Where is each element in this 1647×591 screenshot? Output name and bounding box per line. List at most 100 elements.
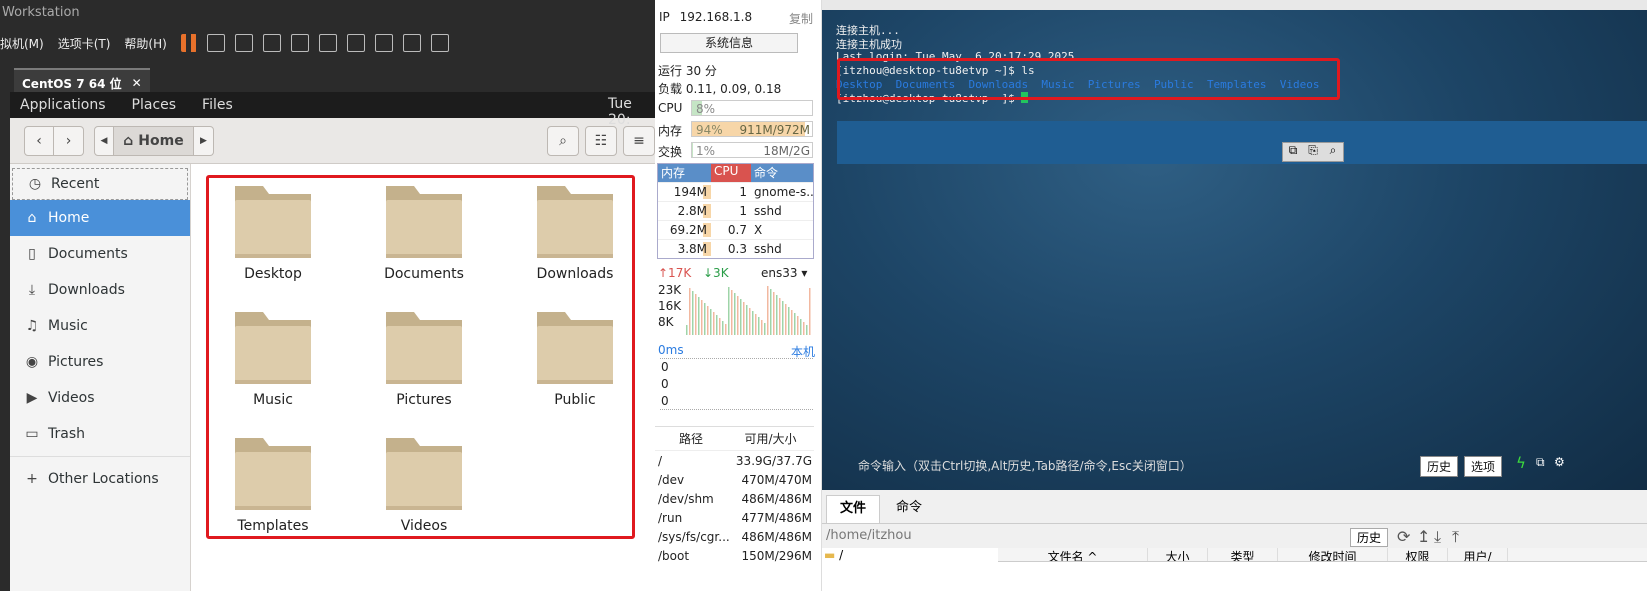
revert-snapshot-icon[interactable] [262,34,281,52]
library-view-icon[interactable] [318,34,337,52]
folder-documents[interactable]: Documents [374,182,474,282]
disk-row[interactable]: /boot 150M/296M [655,546,814,565]
sysinfo-button[interactable]: 系统信息 [660,33,798,53]
tab-files[interactable]: 文件 [826,495,880,523]
col-cmd[interactable]: 命令 [751,164,813,182]
path-left-button[interactable]: ◀ [94,125,114,156]
path-right-button[interactable]: ▶ [194,125,214,156]
clock[interactable]: Tue 20: [608,96,632,128]
col-mem[interactable]: 内存 [658,164,711,182]
forward-button[interactable]: › [54,125,84,156]
menu-button[interactable]: ≡ [623,125,655,156]
process-row[interactable]: 3.8M 0.3 sshd [658,239,813,258]
fullscreen-icon[interactable] [374,34,393,52]
tree-root[interactable]: ▬ / [824,548,843,562]
disk-row[interactable]: /sys/fs/cgr... 486M/486M [655,527,814,546]
file-column-header[interactable]: 文件名 ^ [998,548,1148,561]
disk-row[interactable]: / 33.9G/37.7G [655,451,814,470]
lightning-icon[interactable]: ϟ [1516,454,1526,472]
col-cpu[interactable]: CPU [711,164,751,182]
net-graph [686,286,811,335]
view-toggle-button[interactable]: ☷ [585,125,617,156]
net-upload: ↑17K [658,266,692,280]
net-bar [740,299,742,335]
folder-downloads[interactable]: Downloads [525,182,625,282]
net-bar [770,289,772,335]
sidebar-item-videos[interactable]: ▶ Videos [10,380,190,416]
file-column-header[interactable]: 权限 [1388,548,1448,561]
sidebar-item-pictures[interactable]: ◉ Pictures [10,344,190,380]
copy-ip-link[interactable]: 复制 [789,10,813,27]
thumbnail-view-icon[interactable] [346,34,365,52]
menu-help[interactable]: 帮助(H) [124,35,166,52]
file-column-header[interactable]: 大小 [1148,548,1208,561]
net-bar [803,322,805,335]
snapshot-manager-icon[interactable] [290,34,309,52]
panel-tabs: 文件 命令 [822,490,1647,524]
file-column-header[interactable]: 用户/ [1448,548,1508,561]
console-icon[interactable] [402,34,421,52]
folder-public[interactable]: Public [525,308,625,408]
col-size[interactable]: 可用/大小 [727,430,814,447]
paste-icon[interactable]: ⎘ [1303,143,1323,161]
sidebar-item-recent[interactable]: ◷ Recent [12,168,188,200]
trash-icon: ▭ [25,426,39,442]
up-directory-icon[interactable]: ↥ [1417,527,1430,546]
col-path[interactable]: 路径 [655,430,727,447]
sidebar-item-other-locations[interactable]: + Other Locations [10,461,190,497]
stretch-icon[interactable] [430,34,449,52]
refresh-icon[interactable]: ⟳ [1397,527,1410,546]
disk-row[interactable]: /run 477M/486M [655,508,814,527]
gear-icon[interactable]: ⚙ [1554,455,1565,469]
file-column-header[interactable]: 修改时间 [1278,548,1388,561]
close-icon[interactable]: ✕ [132,76,142,90]
net-scale-max: 23K [658,283,682,297]
sidebar-item-documents[interactable]: ▯ Documents [10,236,190,272]
process-row[interactable]: 69.2M 0.7 X [658,220,813,239]
folder-music[interactable]: Music [223,308,323,408]
folder-pictures[interactable]: Pictures [374,308,474,408]
path-history-button[interactable]: 历史 [1350,528,1389,547]
options-button[interactable]: 选项 [1464,456,1503,477]
folder-desktop[interactable]: Desktop [223,182,323,282]
path-input[interactable]: /home/itzhou [826,528,912,543]
send-keys-icon[interactable] [206,34,225,52]
path-home-button[interactable]: ⌂ Home [114,125,194,156]
vmware-menubar: 拟机(M) 选项卡(T) 帮助(H) [0,28,655,58]
disk-row[interactable]: /dev 470M/470M [655,470,814,489]
folder-videos[interactable]: Videos [374,434,474,534]
history-button[interactable]: 历史 [1420,456,1459,477]
disk-row[interactable]: /dev/shm 486M/486M [655,489,814,508]
mem-pct: 94% [696,123,723,137]
menu-vm[interactable]: 拟机(M) [0,35,44,52]
process-row[interactable]: 194M 1 gnome-s... [658,182,813,201]
copy-icon[interactable]: ⧉ [1283,143,1303,161]
process-row[interactable]: 2.8M 1 sshd [658,201,813,220]
sidebar-item-label: Documents [48,246,128,262]
sidebar-item-trash[interactable]: ▭ Trash [10,416,190,452]
net-interface-select[interactable]: ens33 ▾ [761,266,807,280]
sidebar-item-downloads[interactable]: ⤓ Downloads [10,272,190,308]
latency-graph [660,358,813,410]
proc-cpu: 1 [739,185,747,199]
folder-templates[interactable]: Templates [223,434,323,534]
tab-commands[interactable]: 命令 [880,495,938,523]
search-icon[interactable]: ⌕ [1323,143,1343,161]
command-input-bar[interactable]: 命令输入（双击Ctrl切换,Alt历史,Tab路径/命令,Esc关闭窗口） 历史… [836,452,1646,478]
applications-menu[interactable]: Applications [20,97,106,113]
file-column-header[interactable]: 类型 [1208,548,1278,561]
sidebar-item-home[interactable]: ⌂ Home [10,200,190,236]
places-menu[interactable]: Places [132,97,177,113]
snapshot-icon[interactable] [234,34,253,52]
pause-icon[interactable] [180,34,197,52]
menu-tabs[interactable]: 选项卡(T) [58,35,111,52]
swap-pct: 1% [696,144,716,158]
download-icon[interactable]: ⤓ [1434,527,1441,547]
upload-icon[interactable]: ⤒ [1452,527,1459,547]
files-menu[interactable]: Files [202,97,233,113]
back-button[interactable]: ‹ [24,125,54,156]
sidebar-item-music[interactable]: ♫ Music [10,308,190,344]
copy-icon[interactable]: ⧉ [1536,455,1545,470]
proc-cpu: 0.7 [727,223,747,237]
search-button[interactable]: ⌕ [547,125,579,156]
